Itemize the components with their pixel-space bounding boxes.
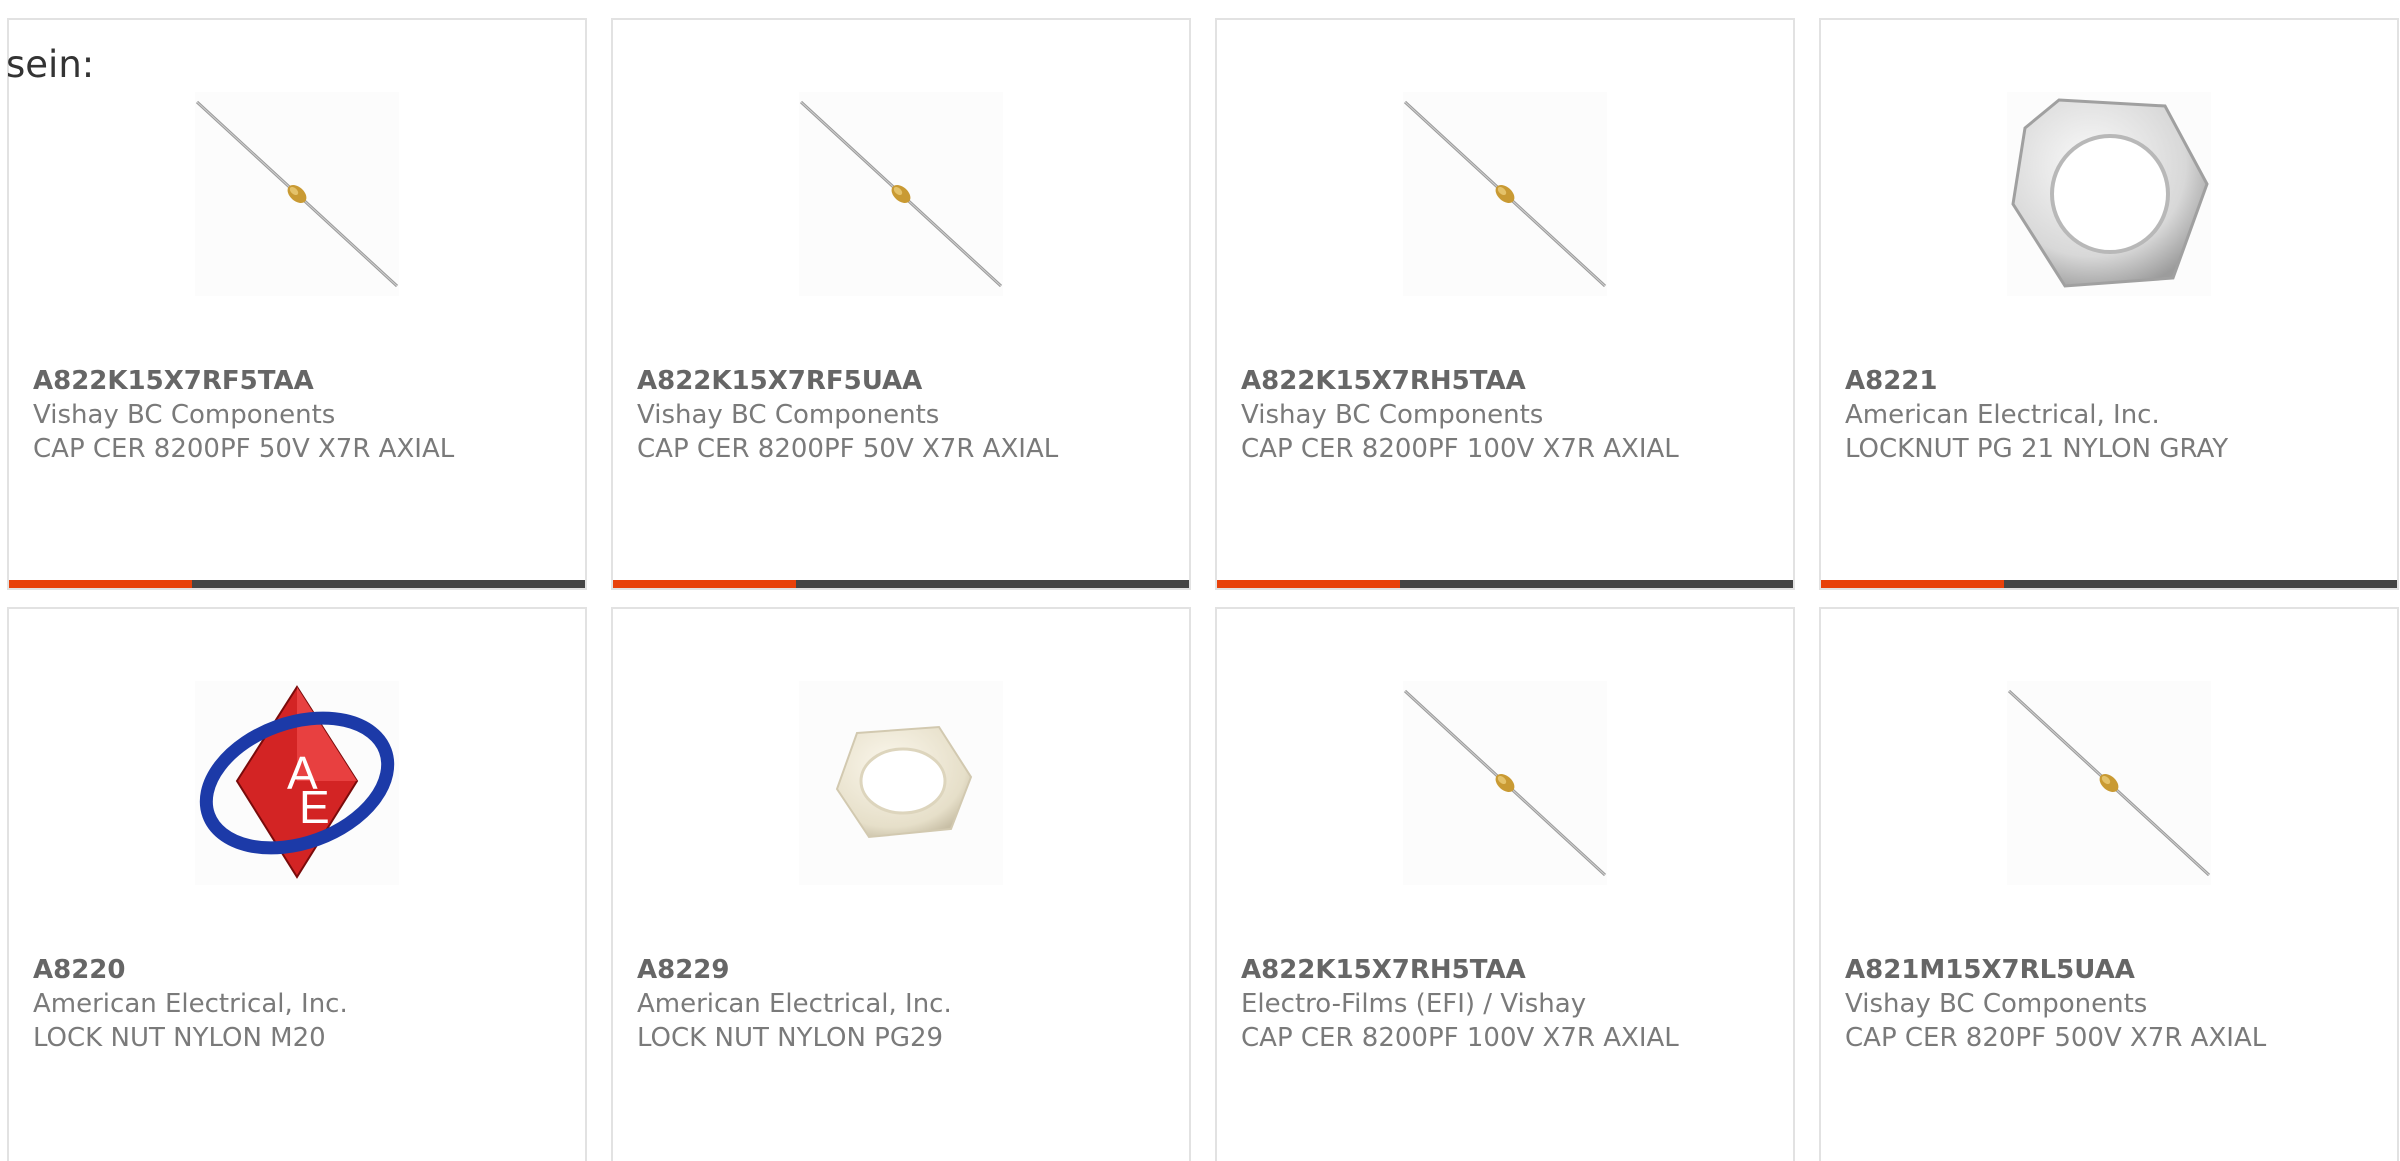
card-bar-accent <box>613 580 796 588</box>
part-number[interactable]: A822K15X7RF5TAA <box>33 366 314 396</box>
manufacturer: Vishay BC Components <box>1845 989 2148 1019</box>
card-bottom-bar <box>1821 580 2397 588</box>
manufacturer: Electro-Films (EFI) / Vishay <box>1241 989 1587 1019</box>
axial-capacitor-icon[interactable] <box>799 92 1003 296</box>
card-bar-accent <box>1821 580 2004 588</box>
part-number[interactable]: A8229 <box>637 955 730 985</box>
part-number[interactable]: A822K15X7RH5TAA <box>1241 955 1526 985</box>
part-number[interactable]: A822K15X7RH5TAA <box>1241 366 1526 396</box>
manufacturer: American Electrical, Inc. <box>637 989 952 1019</box>
part-number[interactable]: A8220 <box>33 955 126 985</box>
product-grid-page: sein: A822K15X7RF5TAA Vishay BC Component… <box>0 0 2400 1161</box>
card-bottom-bar <box>613 580 1189 588</box>
product-grid: A822K15X7RF5TAA Vishay BC Components CAP C… <box>7 18 2399 1161</box>
product-card[interactable]: A822K15X7RH5TAA Electro-Films (EFI) / Vis… <box>1215 607 1795 1161</box>
manufacturer: Vishay BC Components <box>637 400 940 430</box>
axial-capacitor-icon[interactable] <box>195 92 399 296</box>
manufacturer: American Electrical, Inc. <box>33 989 348 1019</box>
card-bottom-bar <box>9 580 585 588</box>
manufacturer: Vishay BC Components <box>1241 400 1544 430</box>
gray-locknut-icon[interactable] <box>2007 92 2211 296</box>
axial-capacitor-icon[interactable] <box>1403 681 1607 885</box>
product-description: CAP CER 8200PF 100V X7R AXIAL <box>1241 1023 1679 1053</box>
product-description: LOCK NUT NYLON M20 <box>33 1023 326 1053</box>
product-card[interactable]: A E A8220 American Electrical, Inc. LOCK N… <box>7 607 587 1161</box>
card-bottom-bar <box>1217 580 1793 588</box>
card-bar-accent <box>1217 580 1400 588</box>
product-description: CAP CER 8200PF 100V X7R AXIAL <box>1241 434 1679 464</box>
product-description: CAP CER 8200PF 50V X7R AXIAL <box>637 434 1059 464</box>
product-description: CAP CER 8200PF 50V X7R AXIAL <box>33 434 455 464</box>
axial-capacitor-icon[interactable] <box>2007 681 2211 885</box>
product-card[interactable]: A822K15X7RH5TAA Vishay BC Components CAP C… <box>1215 18 1795 590</box>
product-card[interactable]: A8229 American Electrical, Inc. LOCK NUT N… <box>611 607 1191 1161</box>
product-card[interactable]: A822K15X7RF5UAA Vishay BC Components CAP C… <box>611 18 1191 590</box>
product-description: LOCK NUT NYLON PG29 <box>637 1023 944 1053</box>
axial-capacitor-icon[interactable] <box>1403 92 1607 296</box>
part-number[interactable]: A8221 <box>1845 366 1938 396</box>
part-number[interactable]: A822K15X7RF5UAA <box>637 366 922 396</box>
manufacturer: American Electrical, Inc. <box>1845 400 2160 430</box>
white-locknut-icon[interactable] <box>799 681 1003 885</box>
svg-text:E: E <box>299 781 330 833</box>
product-card[interactable]: A8221 American Electrical, Inc. LOCKNUT PG… <box>1819 18 2399 590</box>
ae-logo-icon[interactable]: A E <box>195 681 399 885</box>
part-number[interactable]: A821M15X7RL5UAA <box>1845 955 2135 985</box>
lead-text: sein: <box>6 43 95 86</box>
card-bar-accent <box>9 580 192 588</box>
product-description: CAP CER 820PF 500V X7R AXIAL <box>1845 1023 2267 1053</box>
product-card[interactable]: A821M15X7RL5UAA Vishay BC Components CAP C… <box>1819 607 2399 1161</box>
manufacturer: Vishay BC Components <box>33 400 336 430</box>
product-card[interactable]: A822K15X7RF5TAA Vishay BC Components CAP C… <box>7 18 587 590</box>
product-description: LOCKNUT PG 21 NYLON GRAY <box>1845 434 2229 464</box>
